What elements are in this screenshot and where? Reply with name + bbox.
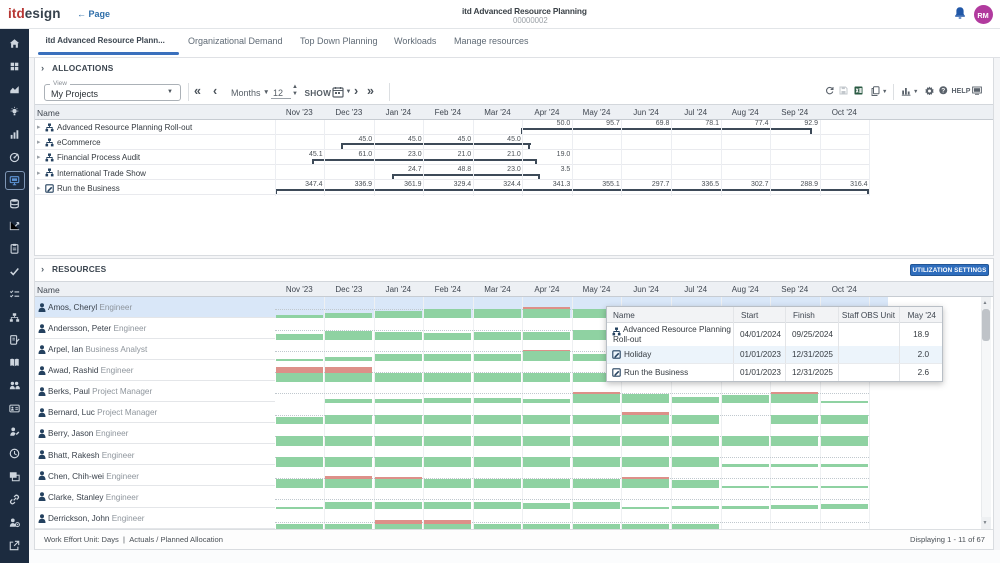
svg-text:?: ? xyxy=(941,88,945,95)
